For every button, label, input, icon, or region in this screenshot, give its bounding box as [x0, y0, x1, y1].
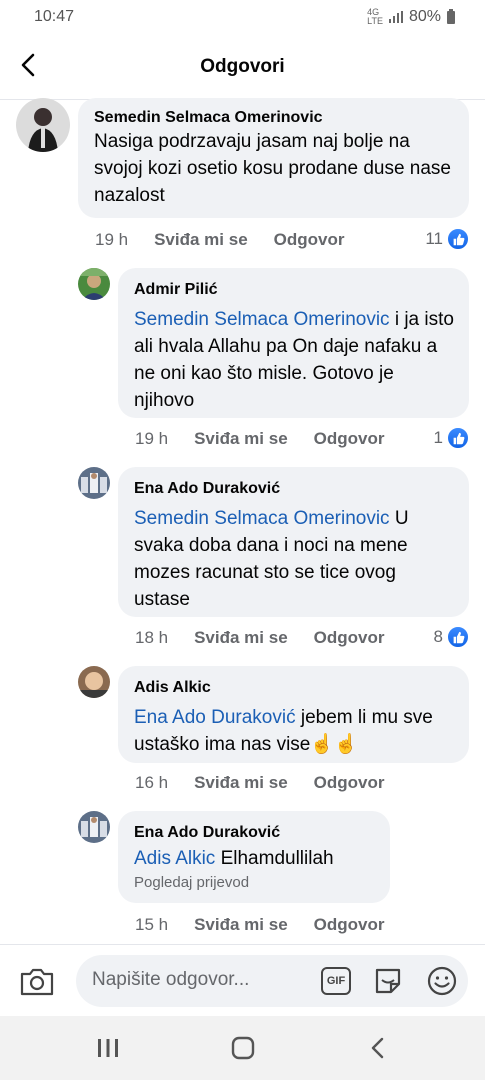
see-translation-link[interactable]: Pogledaj prijevod — [134, 874, 376, 891]
mention-link[interactable]: Semedin Selmaca Omerinovic — [134, 309, 390, 330]
status-time: 10:47 — [34, 8, 75, 25]
home-icon — [231, 1036, 255, 1060]
reply-button[interactable]: Odgovor — [314, 915, 385, 935]
like-icon — [447, 228, 469, 250]
gif-icon: GIF — [321, 967, 351, 995]
avatar[interactable] — [78, 811, 110, 843]
reply-input[interactable]: Napišite odgovor... GIF — [76, 955, 468, 1007]
battery-icon — [447, 8, 455, 24]
sticker-button[interactable] — [371, 964, 405, 998]
status-bar: 10:47 4G LTE 80% — [0, 0, 485, 34]
reply-button[interactable]: Odgovor — [314, 429, 385, 449]
comment-author[interactable]: Ena Ado Duraković — [134, 823, 376, 843]
battery-level: 80% — [408, 8, 441, 25]
like-button[interactable]: Sviđa mi se — [194, 628, 288, 648]
nav-back-icon — [371, 1037, 384, 1059]
emoji-button[interactable] — [425, 964, 459, 998]
comment-time[interactable]: 16 h — [135, 773, 168, 793]
comment-bubble[interactable]: Admir Pilić Semedin Selmaca Omerinovic i… — [118, 268, 469, 418]
page-title: Odgovori — [200, 56, 285, 77]
avatar[interactable] — [16, 98, 70, 152]
avatar[interactable] — [78, 467, 110, 499]
gif-button[interactable]: GIF — [319, 964, 353, 998]
avatar[interactable] — [78, 268, 110, 300]
emoji-icon — [427, 966, 457, 996]
mention-link[interactable]: Semedin Selmaca Omerinovic — [134, 508, 390, 529]
comment-author[interactable]: Semedin Selmaca Omerinovic — [94, 108, 455, 128]
nav-back-button[interactable] — [358, 1034, 398, 1062]
comment-bubble[interactable]: Ena Ado Duraković Semedin Selmaca Omerin… — [118, 467, 469, 617]
reaction-count[interactable]: 1 — [434, 427, 469, 449]
mention-link[interactable]: Adis Alkic — [134, 848, 215, 869]
comment-text: Elhamdullilah — [215, 848, 334, 869]
home-button[interactable] — [223, 1034, 263, 1062]
reply-composer: Napišite odgovor... GIF — [0, 944, 485, 1016]
avatar[interactable] — [78, 666, 110, 698]
recents-button[interactable] — [88, 1034, 128, 1062]
reply-button[interactable]: Odgovor — [314, 628, 385, 648]
comment-author[interactable]: Admir Pilić — [134, 280, 455, 300]
comment-time[interactable]: 19 h — [135, 429, 168, 449]
like-button[interactable]: Sviđa mi se — [194, 915, 288, 935]
reaction-count[interactable]: 11 — [425, 228, 469, 250]
like-icon — [447, 626, 469, 648]
like-button[interactable]: Sviđa mi se — [194, 773, 288, 793]
comment-time[interactable]: 18 h — [135, 628, 168, 648]
camera-icon — [20, 968, 54, 996]
comment-text: Nasiga podrzavaju jasam naj bolje na svo… — [94, 131, 452, 206]
signal-icon — [388, 11, 403, 23]
recents-icon — [98, 1039, 118, 1057]
comment-time[interactable]: 15 h — [135, 915, 168, 935]
network-indicator: 4G LTE — [367, 7, 383, 26]
comment-author[interactable]: Adis Alkic — [134, 678, 455, 698]
reply-button[interactable]: Odgovor — [314, 773, 385, 793]
header: Odgovori — [0, 34, 485, 100]
reply-input-placeholder: Napišite odgovor... — [92, 969, 250, 990]
comment-author[interactable]: Ena Ado Duraković — [134, 479, 455, 499]
sticker-icon — [375, 968, 401, 994]
comment-bubble[interactable]: Ena Ado Duraković Adis Alkic Elhamdullil… — [118, 811, 390, 903]
like-icon — [447, 427, 469, 449]
like-button[interactable]: Sviđa mi se — [194, 429, 288, 449]
system-navigation-bar — [0, 1016, 485, 1080]
reaction-count[interactable]: 8 — [434, 626, 469, 648]
reply-button[interactable]: Odgovor — [274, 230, 345, 250]
comment-bubble[interactable]: Adis Alkic Ena Ado Duraković jebem li mu… — [118, 666, 469, 763]
like-button[interactable]: Sviđa mi se — [154, 230, 248, 250]
comment-bubble[interactable]: Semedin Selmaca Omerinovic Nasiga podrza… — [78, 98, 469, 218]
comment-time[interactable]: 19 h — [95, 230, 128, 250]
camera-button[interactable] — [18, 965, 56, 999]
mention-link[interactable]: Ena Ado Duraković — [134, 707, 296, 728]
